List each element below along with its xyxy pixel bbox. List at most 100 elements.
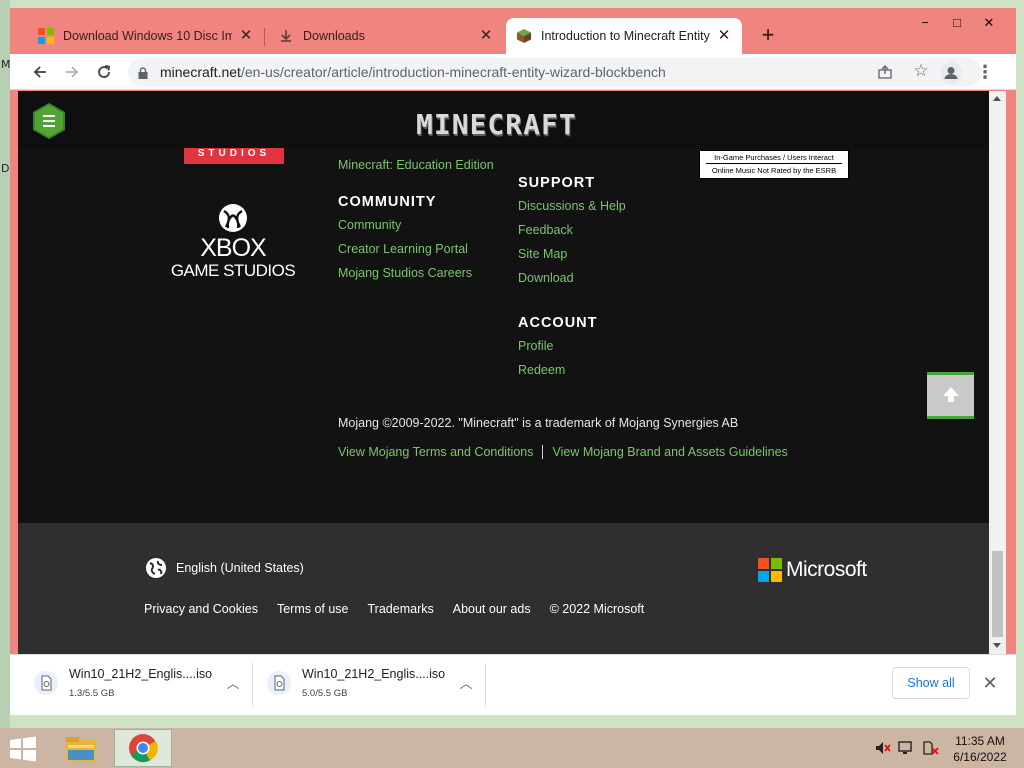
- minimize-button[interactable]: −: [908, 12, 942, 34]
- clock-date: 6/16/2022: [953, 750, 1007, 764]
- url-host: minecraft.net: [160, 64, 241, 80]
- tab-downloads[interactable]: Downloads ✕: [268, 18, 504, 54]
- bookmark-star-icon[interactable]: ☆: [910, 60, 932, 82]
- file-explorer-icon[interactable]: [62, 732, 100, 766]
- footer-link[interactable]: Profile: [518, 337, 598, 361]
- scroll-up-arrow-icon[interactable]: [993, 96, 1001, 101]
- microsoft-squares-icon: [758, 558, 782, 582]
- site-header: MINECRAFT: [18, 91, 989, 149]
- footer-link[interactable]: Creator Learning Portal: [338, 240, 494, 264]
- footer-link[interactable]: Site Map: [518, 245, 626, 269]
- esrb-line: Online Music Not Rated by the ESRB: [711, 166, 837, 175]
- network-icon[interactable]: [898, 740, 916, 756]
- close-window-button[interactable]: ✕: [972, 12, 1006, 34]
- windows-start-icon[interactable]: [8, 736, 38, 762]
- tab-close-icon[interactable]: ✕: [238, 28, 254, 44]
- footer-link[interactable]: Mojang Studios Careers: [338, 264, 494, 288]
- xbox-sphere-icon: [218, 203, 248, 233]
- tab-title: Downloads: [303, 29, 365, 43]
- footer-link-education-edition[interactable]: Minecraft: Education Edition: [338, 156, 494, 180]
- privacy-link[interactable]: Privacy and Cookies: [144, 602, 258, 616]
- tab-windows-download[interactable]: Download Windows 10 Disc Image (ISO File…: [28, 18, 264, 54]
- action-center-alert-icon[interactable]: [922, 740, 940, 756]
- file-icon: [34, 671, 58, 695]
- back-to-top-button[interactable]: [927, 372, 974, 419]
- scroll-thumb[interactable]: [992, 551, 1003, 637]
- chrome-taskbar-icon[interactable]: [114, 729, 172, 767]
- tab-title: Download Windows 10 Disc Image (ISO File…: [63, 29, 232, 43]
- microsoft-logo[interactable]: Microsoft: [758, 558, 867, 582]
- browser-toolbar: minecraft.net/en-us/creator/article/intr…: [10, 54, 1016, 90]
- new-tab-button[interactable]: +: [756, 24, 780, 48]
- browser-window: Download Windows 10 Disc Image (ISO File…: [10, 8, 1016, 715]
- speaker-muted-icon[interactable]: [874, 740, 892, 756]
- minecraft-logo[interactable]: MINECRAFT: [416, 108, 577, 141]
- profile-avatar-icon[interactable]: [940, 62, 962, 84]
- trademarks-link[interactable]: Trademarks: [368, 602, 434, 616]
- download-progress: 1.3/5.5 GB: [69, 688, 115, 699]
- close-download-shelf-icon[interactable]: ✕: [978, 671, 1002, 695]
- tab-strip: Download Windows 10 Disc Image (ISO File…: [10, 8, 1016, 54]
- address-bar[interactable]: minecraft.net/en-us/creator/article/intr…: [128, 58, 982, 86]
- brand-guidelines-link[interactable]: View Mojang Brand and Assets Guidelines: [552, 445, 787, 459]
- language-selector[interactable]: English (United States): [145, 557, 304, 579]
- copyright-microsoft: © 2022 Microsoft: [549, 602, 645, 616]
- forward-button[interactable]: [60, 60, 84, 84]
- footer-link[interactable]: Community: [338, 216, 494, 240]
- tab-divider: [264, 28, 265, 46]
- show-all-downloads-button[interactable]: Show all: [892, 667, 970, 699]
- kebab-menu-icon[interactable]: ⋮: [976, 60, 994, 84]
- esrb-rating-box: In-Game Purchases / Users Interact Onlin…: [699, 150, 849, 179]
- hamburger-menu-icon[interactable]: [32, 103, 66, 139]
- terms-link[interactable]: View Mojang Terms and Conditions: [338, 445, 533, 459]
- back-button[interactable]: [28, 60, 52, 84]
- copyright-text: Mojang ©2009-2022. "Minecraft" is a trad…: [338, 416, 739, 430]
- arrow-left-icon: [33, 66, 46, 78]
- legal-links: View Mojang Terms and Conditions View Mo…: [338, 445, 788, 459]
- footer-link[interactable]: Feedback: [518, 221, 626, 245]
- taskbar: 11:35 AM 6/16/2022: [0, 728, 1024, 768]
- language-label: English (United States): [176, 561, 304, 575]
- download-filename: Win10_21H2_Englis....iso: [69, 667, 213, 681]
- desktop-icon-label: D: [1, 162, 10, 175]
- microsoft-footer-links: Privacy and Cookies Terms of use Tradema…: [144, 602, 663, 616]
- footer-link[interactable]: Redeem: [518, 361, 598, 385]
- vertical-scrollbar[interactable]: [989, 91, 1006, 654]
- about-ads-link[interactable]: About our ads: [453, 602, 531, 616]
- footer-heading-support: SUPPORT: [518, 175, 596, 191]
- footer-column-community: Minecraft: Education Edition COMMUNITY C…: [338, 156, 494, 288]
- tab-close-icon[interactable]: ✕: [478, 28, 494, 44]
- tab-close-icon[interactable]: ✕: [716, 28, 732, 44]
- share-icon[interactable]: [874, 61, 896, 83]
- download-icon: [278, 28, 294, 44]
- footer-link[interactable]: Download: [518, 269, 626, 293]
- microsoft-wordmark: Microsoft: [786, 558, 867, 581]
- terms-of-use-link[interactable]: Terms of use: [277, 602, 349, 616]
- globe-icon: [145, 557, 167, 579]
- footer-link[interactable]: Discussions & Help: [518, 197, 626, 221]
- lock-icon: [138, 66, 148, 79]
- download-item[interactable]: Win10_21H2_Englis....iso 5.0/5.5 GB ︿: [253, 663, 486, 707]
- xbox-game-studios-logo[interactable]: XBOX GAME STUDIOS: [158, 203, 308, 281]
- tab-minecraft-article[interactable]: Introduction to Minecraft Entity Wizard …: [506, 18, 742, 54]
- scroll-down-arrow-icon[interactable]: [993, 643, 1001, 648]
- url-text: minecraft.net/en-us/creator/article/intr…: [160, 64, 666, 80]
- footer-column-account: ACCOUNT Profile Redeem: [518, 315, 598, 385]
- tab-title: Introduction to Minecraft Entity Wizard …: [541, 29, 710, 43]
- download-shelf: Win10_21H2_Englis....iso 1.3/5.5 GB ︿ Wi…: [10, 654, 1016, 715]
- footer-column-support: SUPPORT Discussions & Help Feedback Site…: [518, 175, 626, 293]
- windows-logo-icon: [38, 28, 54, 44]
- reload-button[interactable]: [92, 60, 116, 84]
- desktop-edge: M D: [0, 0, 11, 728]
- mojang-studios-logo[interactable]: STUDIOS: [184, 148, 284, 164]
- reload-icon: [98, 65, 111, 78]
- maximize-button[interactable]: □: [940, 12, 974, 34]
- file-icon: [267, 671, 291, 695]
- chevron-up-icon[interactable]: ︿: [224, 675, 242, 693]
- arrow-right-icon: [66, 66, 79, 78]
- taskbar-clock[interactable]: 11:35 AM 6/16/2022: [946, 733, 1014, 765]
- download-item[interactable]: Win10_21H2_Englis....iso 1.3/5.5 GB ︿: [20, 663, 253, 707]
- chevron-up-icon[interactable]: ︿: [457, 675, 475, 693]
- microsoft-footer: English (United States) Privacy and Cook…: [18, 523, 989, 654]
- game-studios-text: GAME STUDIOS: [170, 261, 296, 280]
